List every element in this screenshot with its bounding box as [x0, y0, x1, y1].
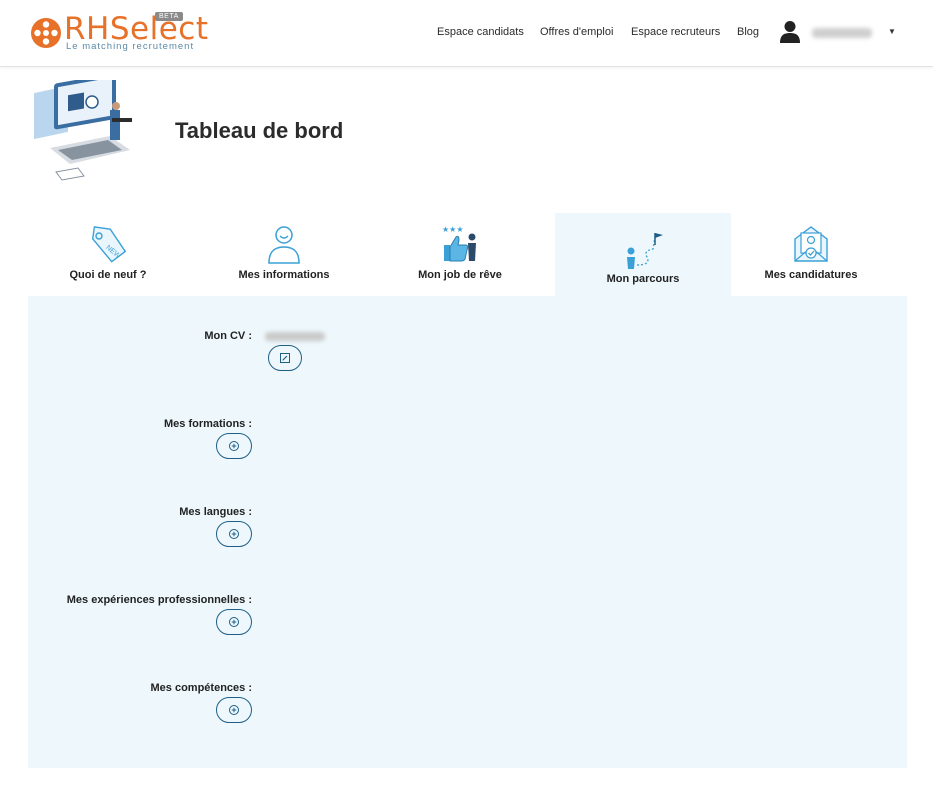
user-name-blurred[interactable]	[812, 28, 872, 38]
path-flag-icon	[627, 233, 663, 269]
page-title: Tableau de bord	[175, 118, 344, 143]
tab-mes-informations[interactable]: Mes informations	[196, 213, 372, 296]
svg-text:★★★: ★★★	[442, 225, 464, 234]
add-formation-button[interactable]	[216, 433, 252, 459]
thumbs-up-stars-icon: ★★★	[442, 225, 476, 262]
nav-espace-candidats[interactable]: Espace candidats	[437, 26, 524, 38]
rhselect-logo[interactable]: RHSelect BETA Le matching recrutement	[30, 12, 208, 52]
nav-blog[interactable]: Blog	[737, 26, 759, 38]
tab-mon-job-de-reve[interactable]: ★★★ Mon job de rêve	[372, 213, 548, 296]
new-tag-icon: NEW	[91, 226, 127, 263]
plus-circle-icon	[229, 529, 239, 539]
cv-label: Mon CV :	[204, 330, 252, 342]
tab-label: Mon job de rêve	[418, 269, 502, 281]
nav-offres-emploi[interactable]: Offres d'emploi	[540, 26, 613, 38]
tab-mes-candidatures[interactable]: Mes candidatures	[723, 213, 899, 296]
add-competence-button[interactable]	[216, 697, 252, 723]
logo-tagline: Le matching recrutement	[66, 41, 195, 52]
envelope-check-icon	[794, 226, 828, 262]
add-langue-button[interactable]	[216, 521, 252, 547]
formations-label: Mes formations :	[163, 418, 252, 430]
tab-label: Mes informations	[238, 269, 330, 281]
logo-film-reel-icon	[31, 18, 61, 48]
person-icon	[268, 226, 300, 264]
chevron-down-icon[interactable]: ▼	[888, 27, 896, 36]
mon-parcours-panel: Mon CV : Mes formations : Mes langues : …	[28, 296, 907, 768]
tab-label: Quoi de neuf ?	[69, 269, 147, 281]
dashboard-illustration	[34, 80, 132, 181]
user-account-icon[interactable]	[779, 20, 801, 44]
edit-icon	[280, 353, 290, 363]
tab-mon-parcours[interactable]: Mon parcours	[555, 213, 731, 296]
edit-cv-button[interactable]	[268, 345, 302, 371]
top-header: RHSelect BETA Le matching recrutement Es…	[0, 0, 933, 67]
tab-quoi-de-neuf[interactable]: NEW Quoi de neuf ?	[20, 213, 196, 296]
competences-label: Mes compétences :	[150, 682, 252, 694]
plus-circle-icon	[229, 705, 239, 715]
tab-label: Mon parcours	[606, 273, 680, 285]
add-experience-button[interactable]	[216, 609, 252, 635]
cv-filename-blurred[interactable]	[265, 332, 325, 341]
beta-badge: BETA	[155, 12, 183, 21]
plus-circle-icon	[229, 617, 239, 627]
nav-espace-recruteurs[interactable]: Espace recruteurs	[631, 26, 720, 38]
plus-circle-icon	[229, 441, 239, 451]
experiences-label: Mes expériences professionnelles :	[66, 594, 252, 606]
langues-label: Mes langues :	[179, 506, 252, 518]
tab-label: Mes candidatures	[764, 269, 858, 281]
